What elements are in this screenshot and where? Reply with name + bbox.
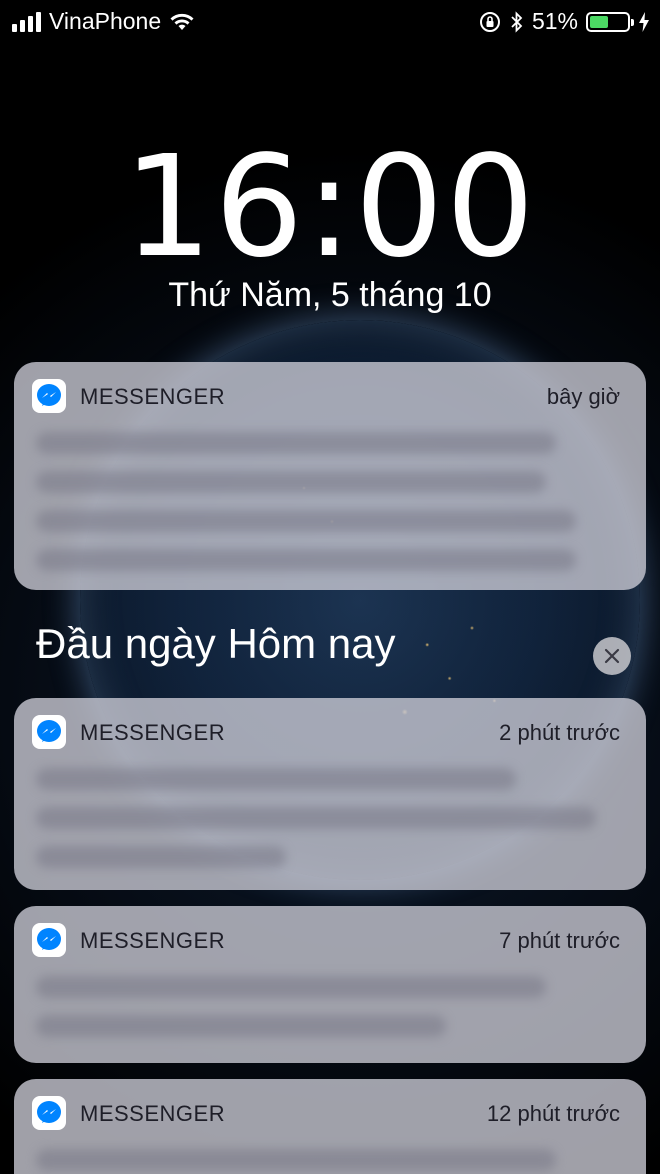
section-title: Đầu ngày Hôm nay	[36, 620, 396, 667]
notification-body-blurred	[14, 768, 646, 868]
carrier-name: VinaPhone	[49, 8, 162, 34]
lock-screen: VinaPhone 51% 16:00 Thứ Năm, 5 tháng 10 …	[0, 0, 660, 1174]
notification-card[interactable]: MESSENGER 2 phút trước	[14, 698, 646, 890]
notification-body-blurred	[14, 976, 646, 1037]
notification-body-blurred	[14, 432, 646, 571]
status-bar: VinaPhone 51%	[0, 0, 660, 44]
close-icon	[604, 648, 620, 664]
notification-time: 7 phút trước	[499, 928, 620, 953]
app-name: MESSENGER	[80, 1101, 226, 1126]
notification-card[interactable]: MESSENGER 7 phút trước	[14, 906, 646, 1063]
notification-time: 12 phút trước	[486, 1101, 620, 1126]
clear-button[interactable]	[593, 637, 631, 675]
rotation-lock-icon	[479, 11, 500, 32]
app-name: MESSENGER	[80, 384, 226, 409]
bluetooth-icon	[511, 10, 523, 33]
charging-bolt-icon	[639, 11, 649, 32]
battery-level	[590, 15, 608, 28]
messenger-icon	[32, 379, 66, 413]
battery-icon	[586, 11, 634, 32]
battery-percent: 51%	[531, 8, 578, 34]
messenger-icon	[32, 923, 66, 957]
notification-body-blurred	[14, 1149, 646, 1171]
notification-card[interactable]: MESSENGER bây giờ	[14, 362, 646, 590]
signal-bars-icon	[12, 11, 41, 32]
notification-card[interactable]: MESSENGER 12 phút trước	[14, 1079, 646, 1174]
wifi-icon	[170, 13, 194, 30]
notification-time: 2 phút trước	[499, 720, 620, 745]
app-name: MESSENGER	[80, 720, 226, 745]
messenger-icon	[32, 715, 66, 749]
notification-time: bây giờ	[546, 384, 620, 409]
clock-time: 16:00	[123, 126, 537, 289]
clock-date: Thứ Năm, 5 tháng 10	[168, 276, 492, 314]
messenger-icon	[32, 1096, 66, 1130]
app-name: MESSENGER	[80, 928, 226, 953]
